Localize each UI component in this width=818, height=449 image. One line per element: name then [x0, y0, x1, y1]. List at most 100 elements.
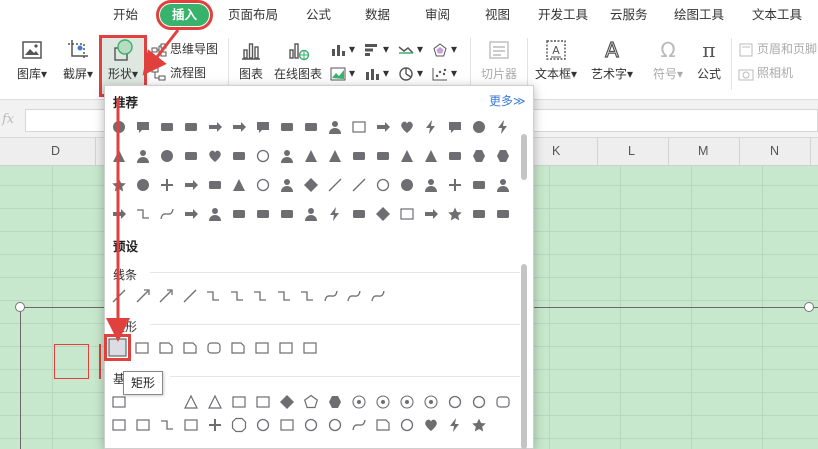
shape-option[interactable] — [255, 177, 271, 193]
shape-option[interactable] — [351, 119, 367, 135]
column-header-d[interactable]: D — [51, 144, 60, 158]
wordart-button[interactable]: A 艺术字▾ — [590, 38, 634, 82]
tab-data[interactable]: 数据 — [365, 0, 390, 30]
line-shape-option[interactable] — [370, 288, 386, 304]
line-shape-option[interactable] — [111, 288, 127, 304]
column-header-m[interactable]: M — [698, 144, 708, 158]
shape-option[interactable] — [159, 206, 175, 222]
shape-option[interactable] — [327, 119, 343, 135]
basic-shape-option[interactable] — [327, 394, 343, 410]
resize-handle[interactable] — [804, 302, 814, 312]
shape-option[interactable] — [327, 206, 343, 222]
line-shape-option[interactable] — [158, 288, 174, 304]
tab-start[interactable]: 开始 — [113, 0, 138, 30]
symbol-button[interactable]: Ω 符号▾ — [648, 38, 688, 82]
shape-button-content[interactable]: 形状▾ — [102, 38, 144, 82]
stock-chart-dropdown[interactable]: ▾ — [364, 64, 389, 82]
basic-shape-option[interactable] — [351, 417, 367, 433]
shape-option[interactable] — [495, 148, 511, 164]
resize-handle[interactable] — [15, 302, 25, 312]
basic-shape-option[interactable] — [303, 394, 319, 410]
line-shape-option[interactable] — [252, 288, 268, 304]
shape-option[interactable] — [279, 148, 295, 164]
basic-shape-option[interactable] — [399, 417, 415, 433]
rectangle-shape-option-selected[interactable] — [104, 334, 131, 361]
line-shape-option[interactable] — [182, 288, 198, 304]
line-shape-option[interactable] — [346, 288, 362, 304]
shape-option[interactable] — [399, 119, 415, 135]
line-shape-option[interactable] — [276, 288, 292, 304]
basic-shape-option[interactable] — [471, 394, 487, 410]
shape-option[interactable] — [495, 119, 511, 135]
shape-option[interactable] — [159, 177, 175, 193]
basic-shape-option[interactable] — [159, 417, 175, 433]
basic-shape-option[interactable] — [207, 417, 223, 433]
tab-page-layout[interactable]: 页面布局 — [228, 0, 278, 30]
shape-option[interactable] — [447, 119, 463, 135]
slicer-button[interactable]: 切片器 — [478, 38, 520, 82]
flowchart-button[interactable]: 流程图 — [151, 64, 206, 82]
rect-shape-option[interactable] — [182, 340, 198, 356]
line-shape-option[interactable] — [323, 288, 339, 304]
shape-option[interactable] — [375, 206, 391, 222]
column-chart-dropdown[interactable]: ▾ — [330, 40, 355, 58]
shape-option[interactable] — [255, 148, 271, 164]
basic-shape-option[interactable] — [279, 394, 295, 410]
shape-option[interactable] — [423, 177, 439, 193]
shape-option[interactable] — [423, 148, 439, 164]
line-shape-option[interactable] — [299, 288, 315, 304]
tab-view[interactable]: 视图 — [485, 0, 510, 30]
tab-text-tools[interactable]: 文本工具 — [752, 0, 802, 30]
column-header-n[interactable]: N — [770, 144, 779, 158]
basic-shape-option[interactable] — [279, 417, 295, 433]
shape-option[interactable] — [135, 206, 151, 222]
shape-option[interactable] — [231, 206, 247, 222]
basic-shape-option[interactable] — [471, 417, 487, 433]
rect-shape-option[interactable] — [134, 340, 150, 356]
basic-shape-option[interactable] — [111, 417, 127, 433]
line-chart-dropdown[interactable]: ▾ — [398, 40, 423, 58]
basic-shape-option[interactable] — [183, 394, 199, 410]
tab-cloud[interactable]: 云服务 — [610, 0, 648, 30]
basic-shape-option[interactable] — [399, 394, 415, 410]
shape-option[interactable] — [423, 119, 439, 135]
tab-developer[interactable]: 开发工具 — [538, 0, 588, 30]
rect-shape-option[interactable] — [254, 340, 270, 356]
rect-shape-option[interactable] — [230, 340, 246, 356]
shape-option[interactable] — [255, 206, 271, 222]
shape-option[interactable] — [111, 119, 127, 135]
basic-shape-option[interactable] — [495, 394, 511, 410]
shape-option[interactable] — [183, 148, 199, 164]
scatter-chart-dropdown[interactable]: ▾ — [432, 64, 457, 82]
shape-option[interactable] — [207, 119, 223, 135]
drawn-rectangle[interactable] — [54, 344, 89, 379]
camera-button[interactable]: 照相机 — [738, 64, 793, 82]
radar-chart-dropdown[interactable]: ▾ — [432, 40, 457, 58]
basic-shape-option[interactable] — [303, 417, 319, 433]
basic-shape-option[interactable] — [183, 417, 199, 433]
shape-option[interactable] — [207, 206, 223, 222]
rect-shape-option[interactable] — [278, 340, 294, 356]
picture-button[interactable]: 图库▾ — [14, 38, 50, 82]
basic-shape-option[interactable] — [231, 417, 247, 433]
basic-shape-option[interactable] — [423, 394, 439, 410]
shape-option[interactable] — [351, 177, 367, 193]
shape-option[interactable] — [183, 177, 199, 193]
tab-formula[interactable]: 公式 — [306, 0, 331, 30]
shape-option[interactable] — [399, 177, 415, 193]
rect-shape-option[interactable] — [206, 340, 222, 356]
pie-chart-dropdown[interactable]: ▾ — [398, 64, 423, 82]
online-chart-button[interactable]: 在线图表 — [272, 38, 324, 82]
basic-shape-option[interactable] — [327, 417, 343, 433]
shape-option[interactable] — [375, 177, 391, 193]
shape-option[interactable] — [231, 177, 247, 193]
shape-option[interactable] — [183, 206, 199, 222]
shape-option[interactable] — [495, 206, 511, 222]
tab-insert[interactable]: 插入 — [155, 0, 214, 30]
basic-shape-option[interactable] — [111, 394, 127, 410]
column-header-l[interactable]: L — [628, 144, 635, 158]
shape-option[interactable] — [231, 119, 247, 135]
header-footer-button[interactable]: 页眉和页脚 — [738, 40, 817, 58]
shape-option[interactable] — [183, 119, 199, 135]
preset-scrollbar[interactable] — [521, 264, 527, 449]
